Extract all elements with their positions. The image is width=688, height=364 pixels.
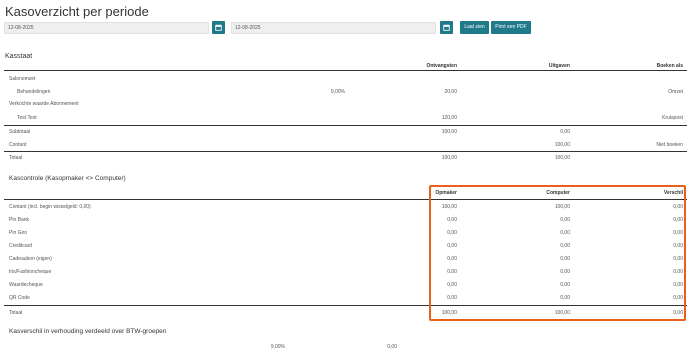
kasstaat-row-label: Test Test xyxy=(17,115,37,121)
kasstaat-row-boeken: Niet boeken xyxy=(656,142,683,148)
kasstaat-row-ontvangsten: 100,00 xyxy=(441,129,457,135)
calendar-icon xyxy=(443,24,450,31)
date-from-calendar-button[interactable] xyxy=(212,21,225,34)
divider xyxy=(4,151,687,152)
kascontrole-row-label: Contant (incl. begin wisselgeld: 0,00) xyxy=(9,204,91,210)
kascontrole-row-label: Pin Giro xyxy=(9,230,28,236)
kascontrole-row-label: Waardecheque xyxy=(9,282,43,288)
kasstaat-row-uitgaven: 0,00 xyxy=(560,129,570,135)
kasstaat-row-label: Salonomzet xyxy=(9,76,36,82)
show-button[interactable]: Laat zien xyxy=(460,21,489,34)
kasstaat-row-label: Verkochte waarde Abonnement xyxy=(9,101,79,107)
kasstaat-row-pct: 9,00% xyxy=(330,89,345,95)
kascontrole-row-label: QR Code xyxy=(9,295,30,301)
btw-row-value: 0,00 xyxy=(387,344,397,350)
date-to-calendar-button[interactable] xyxy=(440,21,453,34)
divider xyxy=(4,70,687,71)
kascontrole-title: Kascontrole (Kasopmaker <> Computer) xyxy=(9,175,126,182)
page-title: Kasoverzicht per periode xyxy=(5,4,149,19)
col-ontvangsten: Ontvangsten xyxy=(426,63,457,69)
btw-row-pct: 9,00% xyxy=(270,344,285,350)
print-pdf-button[interactable]: Print een PDF xyxy=(491,21,531,34)
kasstaat-row-label: Contant xyxy=(9,142,27,148)
kasstaat-row-uitgaven: 100,00 xyxy=(554,155,570,161)
kasstaat-row-boeken: Omzet xyxy=(668,89,683,95)
calendar-icon xyxy=(215,24,222,31)
kascontrole-row-label: Iris/Fashioncheque xyxy=(9,269,52,275)
kascontrole-row-label: Pin Bank xyxy=(9,217,30,223)
kasstaat-row-ontvangsten: 20,00 xyxy=(444,89,457,95)
kascontrole-row-label: Creditcard xyxy=(9,243,33,249)
kascontrole-row-label: Cadeaubon (eigen) xyxy=(9,256,52,262)
kasstaat-row-ontvangsten: 100,00 xyxy=(441,155,457,161)
kasstaat-row-label: Totaal xyxy=(9,155,23,161)
col-boeken-als: Boeken als xyxy=(656,63,683,69)
kasstaat-row-uitgaven: 100,00 xyxy=(554,142,570,148)
kasstaat-row-boeken: Kruispost xyxy=(662,115,683,121)
divider xyxy=(4,125,687,126)
kasstaat-row-ontvangsten: 120,00 xyxy=(441,115,457,121)
highlight-box xyxy=(429,185,686,321)
kasstaat-row-label: Behandelingen xyxy=(17,89,51,95)
kascontrole-row-label: Totaal xyxy=(9,310,23,316)
kasstaat-title: Kasstaat xyxy=(5,53,33,60)
kasstaat-row-label: Subtotaal xyxy=(9,129,31,135)
col-uitgaven: Uitgaven xyxy=(548,63,570,69)
date-from-input[interactable]: 12-08-2025 xyxy=(4,22,209,34)
btw-title: Kasverschil in verhouding verdeeld over … xyxy=(9,328,167,335)
date-to-input[interactable]: 12-08-2025 xyxy=(231,22,436,34)
